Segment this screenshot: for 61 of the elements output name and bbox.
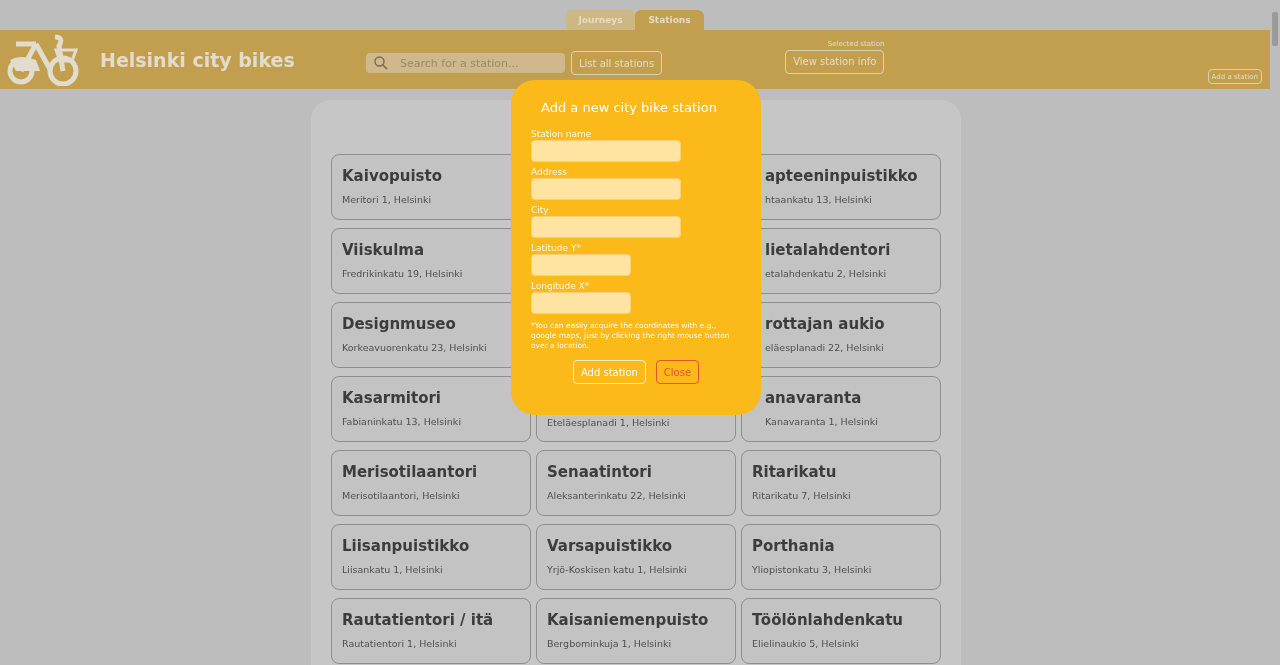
station-name: Senaatintori — [547, 463, 653, 481]
station-card[interactable]: Liisanpuistikko Liisankatu 1, Helsinki — [331, 524, 531, 590]
station-card[interactable]: Porthania Yliopistonkatu 3, Helsinki — [741, 524, 941, 590]
station-card[interactable]: Kaisaniemenpuisto Bergbominkuja 1, Helsinki — [536, 598, 736, 664]
station-address: Korkeavuorenkatu 23, Helsinki — [342, 342, 488, 353]
station-card[interactable]: Merisotilaantori Merisotilaantori, Helsinki — [331, 450, 531, 516]
dialog-title: Add a new city bike station — [541, 100, 718, 115]
station-address: Bergbominkuja 1, Helsinki — [547, 638, 673, 649]
station-name: Ritarikatu — [752, 463, 838, 481]
input-field[interactable] — [531, 140, 681, 162]
station-address: Meritori 1, Helsinki — [342, 194, 433, 205]
station-address: Ritarikatu 7, Helsinki — [752, 490, 852, 501]
station-address: Liisankatu 1, Helsinki — [342, 564, 444, 575]
station-address: Aleksanterinkatu 22, Helsinki — [547, 490, 687, 501]
station-name: Töölönlahdenkatu — [752, 611, 905, 629]
station-name: rottajan aukio — [765, 315, 886, 333]
input-field[interactable] — [531, 178, 681, 200]
field-label: Latitude Y* — [531, 243, 582, 253]
station-address: Kanavaranta 1, Helsinki — [765, 416, 879, 427]
station-name: Liisanpuistikko — [342, 537, 471, 555]
station-card[interactable]: Rautatientori / itä Rautatientori 1, Helsinki — [331, 598, 531, 664]
station-address: Fredrikinkatu 19, Helsinki — [342, 268, 464, 279]
station-name: Merisotilaantori — [342, 463, 479, 481]
input-field[interactable] — [531, 292, 631, 314]
field-label: Address — [531, 167, 568, 177]
bicycle-logo-icon — [6, 33, 80, 86]
scrollbar-thumb[interactable] — [1272, 12, 1278, 46]
field-label: Station name — [531, 129, 593, 139]
station-address: Merisotilaantori, Helsinki — [342, 490, 461, 501]
station-name: Porthania — [752, 537, 836, 555]
station-address: Yrjö-Koskisen katu 1, Helsinki — [547, 564, 688, 575]
station-card[interactable]: Varsapuistikko Yrjö-Koskisen katu 1, Helsinki — [536, 524, 736, 590]
app-title: Helsinki city bikes — [100, 48, 296, 71]
field-label: Longitude X* — [531, 281, 591, 291]
station-name: Kaisaniemenpuisto — [547, 611, 710, 629]
station-name: anavaranta — [765, 389, 863, 407]
station-address: Rautatientori 1, Helsinki — [342, 638, 458, 649]
station-address: htaankatu 13, Helsinki — [765, 194, 873, 205]
station-name: lietalahdentori — [765, 241, 892, 259]
station-address: Elielinaukio 5, Helsinki — [752, 638, 860, 649]
station-name: Rautatientori / itä — [342, 611, 495, 629]
station-card[interactable]: Ritarikatu Ritarikatu 7, Helsinki — [741, 450, 941, 516]
station-name: Varsapuistikko — [547, 537, 673, 555]
station-card[interactable]: anavaranta Kanavaranta 1, Helsinki — [741, 376, 941, 442]
station-address: Fabianinkatu 13, Helsinki — [342, 416, 462, 427]
station-address: etalahdenkatu 2, Helsinki — [765, 268, 888, 279]
search-icon — [374, 56, 388, 70]
input-field[interactable] — [531, 216, 681, 238]
station-name: Designmuseo — [342, 315, 457, 333]
field-label: City — [531, 205, 550, 215]
station-address: eläesplanadi 22, Helsinki — [765, 342, 885, 353]
station-address: Yliopistonkatu 3, Helsinki — [752, 564, 873, 575]
station-card[interactable]: Senaatintori Aleksanterinkatu 22, Helsinki — [536, 450, 736, 516]
station-name: Viiskulma — [342, 241, 426, 259]
station-name: Kasarmitori — [342, 389, 442, 407]
station-card[interactable]: Kasarmitori Fabianinkatu 13, Helsinki — [331, 376, 531, 442]
station-name: Kaivopuisto — [342, 167, 443, 185]
station-name: apteeninpuistikko — [765, 167, 919, 185]
input-field[interactable] — [531, 254, 631, 276]
station-address: Eteläesplanadi 1, Helsinki — [547, 417, 671, 428]
station-card[interactable]: Töölönlahdenkatu Elielinaukio 5, Helsinki — [741, 598, 941, 664]
